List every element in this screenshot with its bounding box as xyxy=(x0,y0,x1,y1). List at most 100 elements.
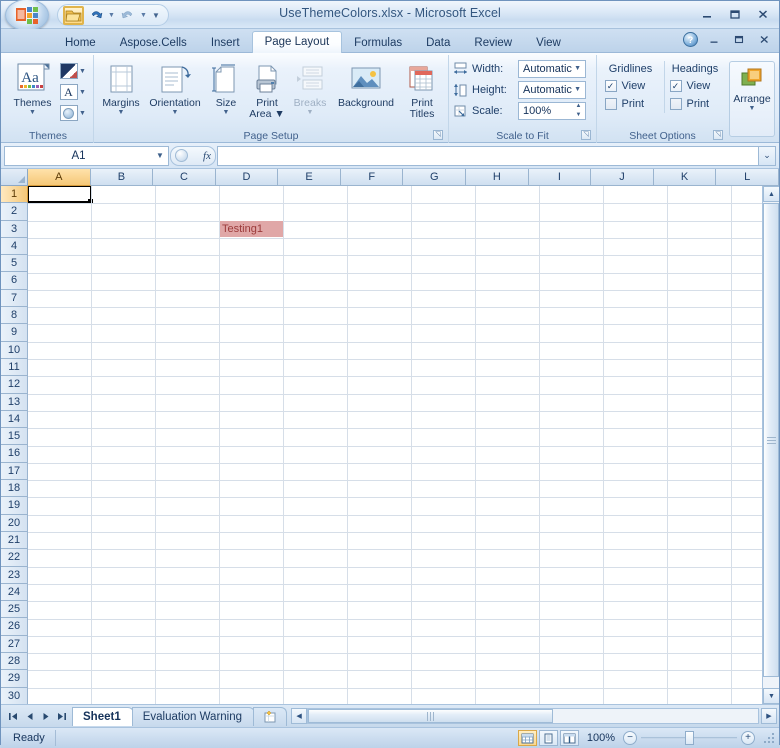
formula-input[interactable] xyxy=(217,146,758,166)
row-header-24[interactable]: 24 xyxy=(1,584,28,601)
theme-fonts-button[interactable]: A ▼ xyxy=(58,82,89,102)
doc-restore-button[interactable] xyxy=(730,32,748,47)
column-header-a[interactable]: A xyxy=(28,169,91,186)
tab-data[interactable]: Data xyxy=(414,33,462,53)
minimize-button[interactable] xyxy=(696,5,718,22)
zoom-level[interactable]: 100% xyxy=(579,732,623,744)
select-all-corner[interactable] xyxy=(1,169,28,186)
resize-grip-icon[interactable] xyxy=(763,732,775,744)
chevron-down-icon[interactable]: ▼ xyxy=(572,86,583,93)
print-titles-button[interactable]: Print Titles xyxy=(400,59,444,123)
tab-page-layout[interactable]: Page Layout xyxy=(252,31,343,53)
orientation-dropdown-arrow[interactable]: ▼ xyxy=(172,109,179,117)
cell-area[interactable]: Testing1 xyxy=(28,186,779,704)
row-header-9[interactable]: 9 xyxy=(1,324,28,341)
column-header-g[interactable]: G xyxy=(403,169,466,186)
row-header-29[interactable]: 29 xyxy=(1,670,28,687)
row-header-21[interactable]: 21 xyxy=(1,532,28,549)
gridlines-print-row[interactable]: Print xyxy=(603,95,645,113)
zoom-track[interactable] xyxy=(641,731,737,745)
row-header-20[interactable]: 20 xyxy=(1,515,28,532)
gridlines-print-checkbox[interactable] xyxy=(605,98,617,110)
row-header-15[interactable]: 15 xyxy=(1,428,28,445)
theme-colors-button[interactable]: ▼ xyxy=(58,61,89,81)
prev-sheet-button[interactable] xyxy=(22,708,37,724)
first-sheet-button[interactable] xyxy=(6,708,21,724)
print-area-button[interactable]: Print Area ▼ xyxy=(246,59,288,123)
column-header-l[interactable]: L xyxy=(716,169,779,186)
vertical-scrollbar[interactable]: ▲ ▼ xyxy=(762,186,779,704)
row-header-6[interactable]: 6 xyxy=(1,272,28,289)
scroll-down-button[interactable]: ▼ xyxy=(763,688,779,704)
row-header-23[interactable]: 23 xyxy=(1,567,28,584)
chevron-down-icon[interactable]: ▼ xyxy=(79,110,87,117)
spin-up-icon[interactable]: ▲ xyxy=(576,103,582,110)
normal-view-button[interactable] xyxy=(518,730,537,746)
column-header-c[interactable]: C xyxy=(153,169,216,186)
headings-print-row[interactable]: Print xyxy=(668,95,710,113)
column-header-i[interactable]: I xyxy=(529,169,592,186)
scale-spinner[interactable]: 100% ▲ ▼ xyxy=(518,102,586,120)
arrange-dropdown-arrow[interactable]: ▼ xyxy=(749,105,756,113)
spin-down-icon[interactable]: ▼ xyxy=(576,112,582,119)
row-header-13[interactable]: 13 xyxy=(1,394,28,411)
size-button[interactable]: Size ▼ xyxy=(206,59,246,120)
margins-button[interactable]: Margins ▼ xyxy=(98,59,144,120)
row-header-12[interactable]: 12 xyxy=(1,376,28,393)
tab-aspose-cells[interactable]: Aspose.Cells xyxy=(108,33,199,53)
headings-view-checkbox[interactable]: ✓ xyxy=(670,80,682,92)
margins-dropdown-arrow[interactable]: ▼ xyxy=(118,109,125,117)
sheet-options-dialog-launcher[interactable]: ◹ xyxy=(713,130,723,140)
themes-dropdown-arrow[interactable]: ▼ xyxy=(29,109,36,117)
column-header-f[interactable]: F xyxy=(341,169,404,186)
last-sheet-button[interactable] xyxy=(54,708,69,724)
cell-D3[interactable]: Testing1 xyxy=(220,221,283,237)
name-box-dropdown-icon[interactable]: ▼ xyxy=(152,151,168,160)
tab-home[interactable]: Home xyxy=(53,33,108,53)
themes-button[interactable]: Aa Themes ▼ xyxy=(8,59,58,120)
column-header-d[interactable]: D xyxy=(216,169,279,186)
help-button[interactable]: ? xyxy=(683,32,698,47)
row-header-1[interactable]: 1 xyxy=(1,186,28,203)
vertical-scroll-thumb[interactable] xyxy=(763,203,779,677)
width-combobox[interactable]: Automatic ▼ xyxy=(518,60,586,78)
headings-view-row[interactable]: ✓ View xyxy=(668,77,711,95)
insert-function-button[interactable]: fx xyxy=(203,150,211,162)
row-header-17[interactable]: 17 xyxy=(1,463,28,480)
row-header-4[interactable]: 4 xyxy=(1,238,28,255)
expand-formula-bar-button[interactable]: ⌄ xyxy=(758,146,776,166)
gridlines-view-row[interactable]: ✓ View xyxy=(603,77,646,95)
zoom-in-button[interactable]: + xyxy=(741,731,755,745)
height-combobox[interactable]: Automatic ▼ xyxy=(518,81,586,99)
row-header-19[interactable]: 19 xyxy=(1,497,28,514)
scroll-left-button[interactable]: ◀ xyxy=(291,708,307,724)
headings-print-checkbox[interactable] xyxy=(670,98,682,110)
doc-minimize-button[interactable] xyxy=(705,32,723,47)
orientation-button[interactable]: Orientation ▼ xyxy=(144,59,206,120)
scroll-up-button[interactable]: ▲ xyxy=(763,186,779,202)
horizontal-scroll-track[interactable] xyxy=(307,708,759,724)
column-header-e[interactable]: E xyxy=(278,169,341,186)
row-header-28[interactable]: 28 xyxy=(1,653,28,670)
zoom-out-button[interactable]: − xyxy=(623,731,637,745)
arrange-button[interactable]: Arrange ▼ xyxy=(729,61,775,137)
row-header-2[interactable]: 2 xyxy=(1,203,28,220)
page-break-preview-button[interactable] xyxy=(560,730,579,746)
row-header-11[interactable]: 11 xyxy=(1,359,28,376)
row-header-27[interactable]: 27 xyxy=(1,636,28,653)
chevron-down-icon[interactable]: ▼ xyxy=(572,65,583,72)
chevron-down-icon[interactable]: ▼ xyxy=(79,89,87,96)
close-button[interactable] xyxy=(752,5,774,22)
row-header-5[interactable]: 5 xyxy=(1,255,28,272)
size-dropdown-arrow[interactable]: ▼ xyxy=(223,109,230,117)
scale-to-fit-dialog-launcher[interactable]: ◹ xyxy=(581,130,591,140)
row-header-8[interactable]: 8 xyxy=(1,307,28,324)
zoom-slider[interactable]: − + xyxy=(623,731,761,745)
row-header-3[interactable]: 3 xyxy=(1,221,28,238)
tab-insert[interactable]: Insert xyxy=(199,33,252,53)
zoom-handle[interactable] xyxy=(685,731,694,745)
tab-view[interactable]: View xyxy=(524,33,573,53)
breaks-button[interactable]: Breaks ▼ xyxy=(288,59,332,120)
scroll-right-button[interactable]: ▶ xyxy=(761,708,777,724)
column-header-b[interactable]: B xyxy=(91,169,154,186)
